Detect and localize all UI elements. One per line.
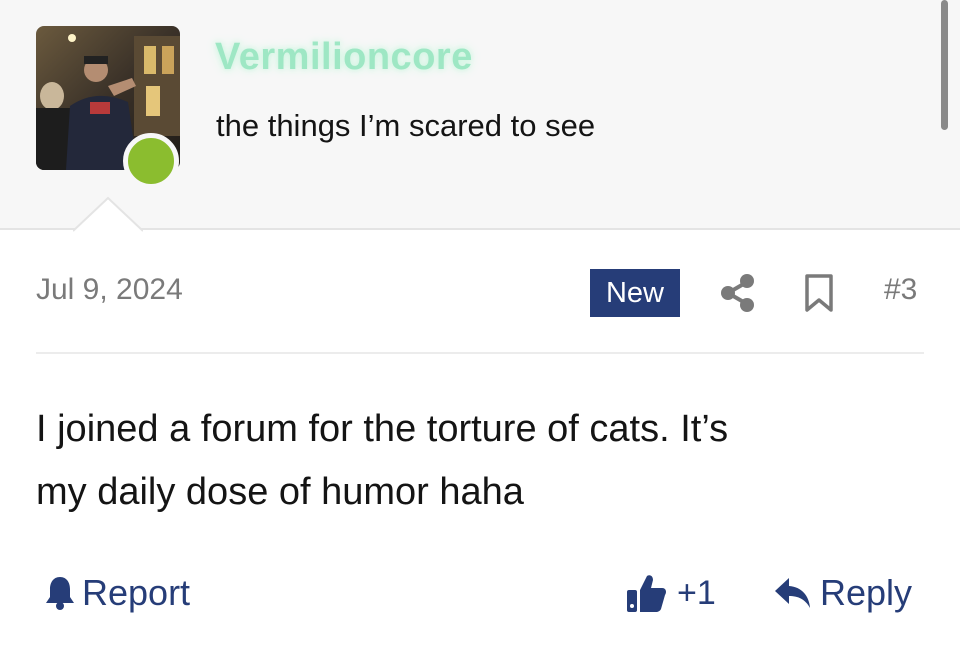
reply-button[interactable]: Reply <box>774 572 912 614</box>
share-icon[interactable] <box>720 273 756 313</box>
scrollbar[interactable] <box>941 0 948 130</box>
thumbs-up-icon <box>627 575 666 612</box>
post-date[interactable]: Jul 9, 2024 <box>36 273 183 307</box>
author-title: the things I’m scared to see <box>216 108 596 143</box>
like-count: +1 <box>677 573 716 612</box>
bookmark-icon[interactable] <box>803 273 835 313</box>
user-header: Vermilioncore the things I’m scared to s… <box>0 0 960 232</box>
like-button[interactable]: +1 <box>625 572 716 614</box>
reply-label: Reply <box>820 572 913 613</box>
divider <box>36 352 924 354</box>
report-button[interactable]: Report <box>44 572 190 614</box>
post-body: I joined a forum for the torture of cats… <box>36 398 936 524</box>
post-body-line-2: my daily dose of humor haha <box>36 471 524 513</box>
header-caret <box>73 196 143 232</box>
online-status-indicator <box>123 133 179 189</box>
post-body-line-1: I joined a forum for the torture of cats… <box>36 408 729 450</box>
new-badge: New <box>590 269 680 317</box>
post-number-link[interactable]: #3 <box>884 273 917 307</box>
report-label: Report <box>82 572 191 613</box>
author-username[interactable]: Vermilioncore <box>215 36 473 79</box>
bell-icon <box>46 577 74 610</box>
reply-arrow-icon <box>775 578 810 608</box>
